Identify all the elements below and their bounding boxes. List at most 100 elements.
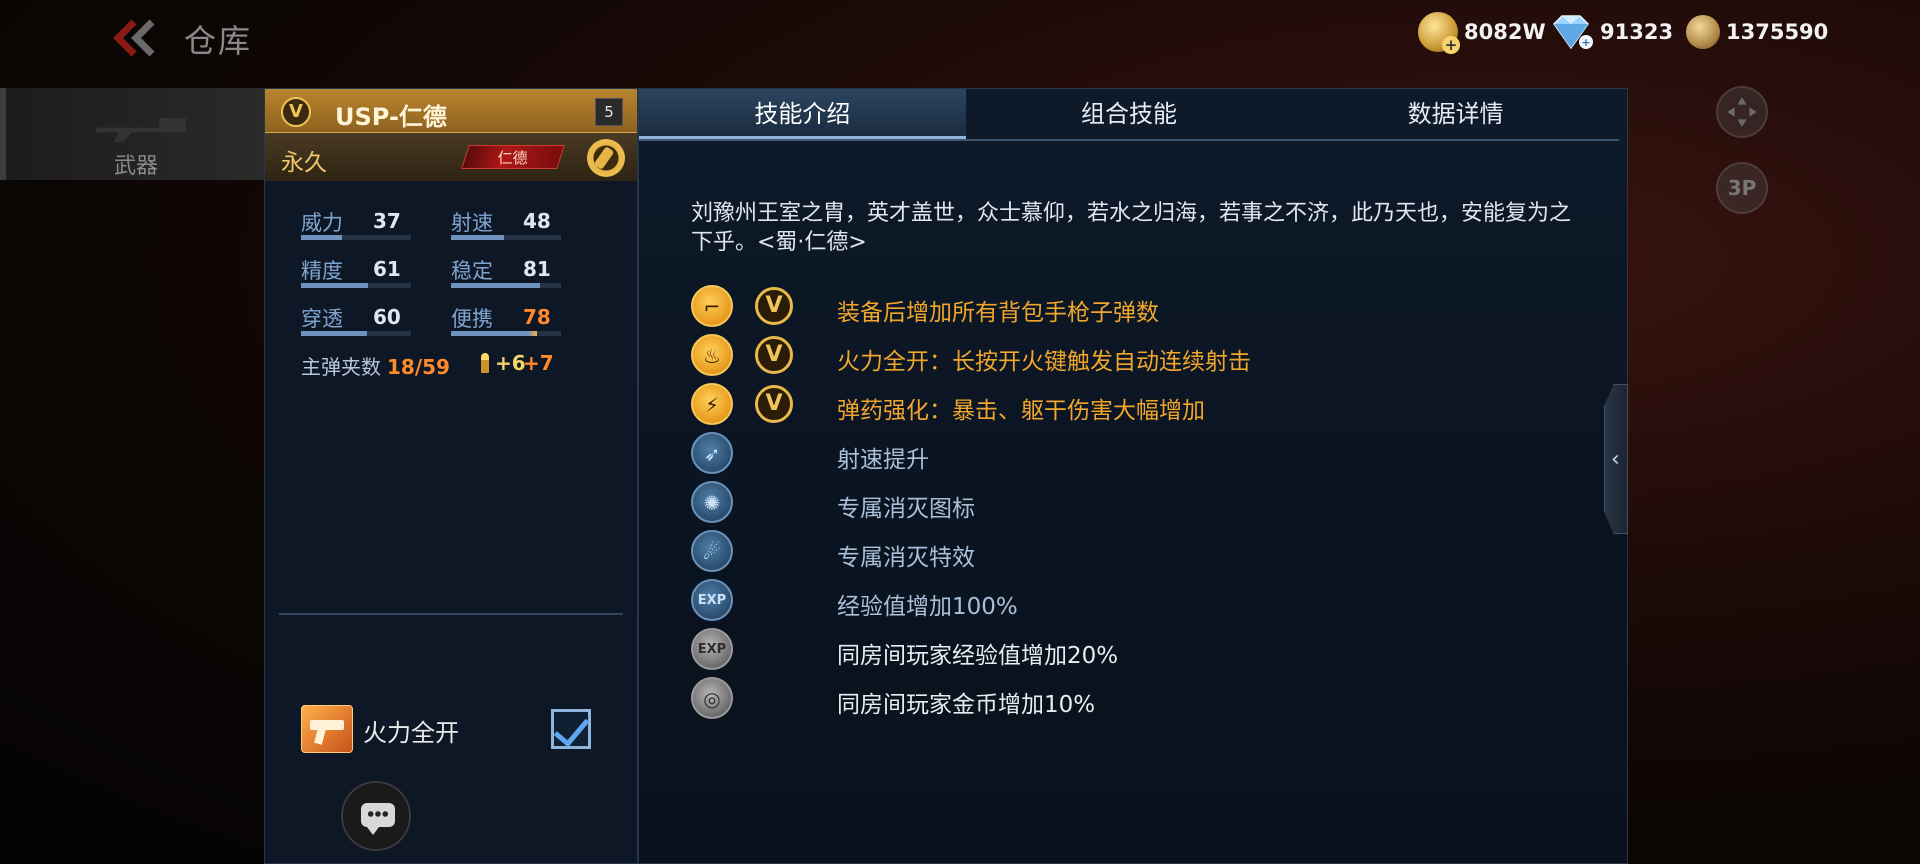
stat-bar-fill: [301, 331, 367, 336]
sidebar-item-weapons[interactable]: 武器: [0, 88, 264, 180]
skill-text: 射速提升: [837, 447, 929, 473]
ammo-bonus-secondary: +7: [523, 351, 554, 375]
weapon-header: V USP-仁德 5: [265, 89, 637, 133]
stat-value: 48: [523, 209, 551, 233]
gold-currency[interactable]: + 8082W: [1418, 12, 1546, 54]
skill-row: ◎ 同房间玩家金币增加10%: [691, 677, 1591, 721]
stat-power: 威力 37: [301, 207, 431, 241]
gamepad-button[interactable]: [1716, 86, 1768, 138]
stat-bar: [301, 331, 411, 336]
diamond-currency[interactable]: + 91323: [1548, 12, 1673, 52]
weapon-info-panel: V USP-仁德 5 永久 仁德 威力 37 射速 48 精度 61 稳定 81: [264, 88, 638, 864]
firepower-skill-label: 火力全开: [363, 719, 459, 747]
tab-combo-skills[interactable]: 组合技能: [966, 89, 1293, 139]
tab-skill-intro[interactable]: 技能介绍: [639, 89, 966, 139]
stat-value: 61: [373, 257, 401, 281]
weapon-name: USP-仁德: [335, 103, 447, 131]
skill-row: ✺ 专属消灭图标: [691, 481, 1591, 525]
weapon-duration: 永久: [281, 150, 327, 176]
stat-label: 精度: [301, 259, 343, 283]
weapon-series-tag: 仁德: [461, 145, 565, 169]
bullet-speed-icon: ➶: [691, 432, 733, 474]
skill-row: ⌐ V 装备后增加所有背包手枪子弹数: [691, 285, 1591, 329]
skill-text: 弹药强化：暴击、躯干伤害大幅增加: [837, 398, 1205, 424]
stat-bar-fill: [451, 283, 541, 288]
vip-badge-icon: V: [755, 336, 793, 374]
vip-badge-icon: V: [281, 97, 311, 127]
gold-ammo-icon: [587, 139, 625, 177]
skill-text: 专属消灭特效: [837, 545, 975, 571]
stat-bar: [451, 331, 561, 336]
sidebar-item-label: 武器: [114, 154, 159, 179]
skill-row: ⚡ V 弹药强化：暴击、躯干伤害大幅增加: [691, 383, 1591, 427]
magazine-value: 18/59: [387, 355, 450, 379]
medal-currency[interactable]: 1375590: [1686, 12, 1828, 52]
third-person-view-button[interactable]: 3P: [1716, 162, 1768, 214]
stat-value: 60: [373, 305, 401, 329]
gold-amount: 8082W: [1464, 20, 1546, 44]
weapon-level-badge: 5: [595, 98, 623, 126]
stat-penetration: 穿透 60: [301, 303, 431, 337]
kill-effect-icon: ☄: [691, 530, 733, 572]
stat-bar: [451, 235, 561, 240]
svg-text:+: +: [1581, 36, 1590, 49]
room-coin-icon: ◎: [691, 677, 733, 719]
skill-text: 专属消灭图标: [837, 496, 975, 522]
ammo-boost-icon: ⚡: [691, 383, 733, 425]
series-tag-label: 仁德: [497, 149, 528, 167]
stat-bar: [451, 283, 561, 288]
weapon-subheader: 永久 仁德: [265, 133, 637, 181]
gold-coin-icon: +: [1418, 12, 1460, 54]
firepower-toggle-checkbox[interactable]: [551, 709, 591, 749]
double-chevron-left-icon: [113, 19, 155, 57]
bullet-icon: [481, 353, 489, 373]
firepower-skill-icon: [301, 705, 353, 753]
skill-text: 同房间玩家金币增加10%: [837, 692, 1096, 718]
diamond-icon: +: [1553, 15, 1593, 50]
skill-text: 装备后增加所有背包手枪子弹数: [837, 300, 1159, 326]
chat-dots: [367, 811, 389, 817]
diamond-amount: 91323: [1600, 20, 1674, 44]
stat-portability: 便携 78: [451, 303, 581, 337]
rifle-icon: [96, 118, 186, 142]
room-exp-icon: EXP: [691, 628, 733, 670]
stat-label: 穿透: [301, 307, 343, 331]
stat-value: 37: [373, 209, 401, 233]
stat-label: 便携: [451, 307, 493, 331]
stat-bar: [301, 235, 411, 240]
stat-fire-rate: 射速 48: [451, 207, 581, 241]
chat-button[interactable]: [341, 781, 411, 851]
skill-text: 火力全开：长按开火键触发自动连续射击: [837, 349, 1251, 375]
stat-bar-fill: [451, 331, 537, 336]
skill-row: ➶ 射速提升: [691, 432, 1591, 476]
back-button[interactable]: [112, 16, 162, 60]
vip-badge-icon: V: [755, 287, 793, 325]
kill-icon-badge-icon: ✺: [691, 481, 733, 523]
magazine-info: 主弹夹数 18/59: [301, 351, 450, 380]
stat-label: 威力: [301, 211, 343, 235]
magazine-label: 主弹夹数: [301, 355, 381, 379]
skill-row: ♨ V 火力全开：长按开火键触发自动连续射击: [691, 334, 1591, 378]
stat-label: 稳定: [451, 259, 493, 283]
stat-stability: 稳定 81: [451, 255, 581, 289]
top-bar: 仓库 + 8082W + 91323 1375590: [0, 0, 1920, 78]
stat-value: 78: [523, 305, 551, 329]
stat-label: 射速: [451, 211, 493, 235]
ammo-bonus-primary: +6: [495, 351, 526, 375]
medal-icon: [1686, 15, 1720, 49]
skill-row: EXP 同房间玩家经验值增加20%: [691, 628, 1591, 672]
tab-data-details[interactable]: 数据详情: [1292, 89, 1619, 139]
stat-bar-fill: [301, 283, 369, 288]
pistol-icon: ⌐: [691, 285, 733, 327]
weapon-lore: 刘豫州王室之胄，英才盖世，众士慕仰，若水之归海，若事之不济，此乃天也，安能复为之…: [691, 201, 1572, 255]
flame-icon: ♨: [691, 334, 733, 376]
divider: [279, 613, 623, 615]
collapse-panel-tab[interactable]: ‹: [1604, 384, 1628, 534]
skill-row: ☄ 专属消灭特效: [691, 530, 1591, 574]
skill-text: 同房间玩家经验值增加20%: [837, 643, 1119, 669]
stat-accuracy: 精度 61: [301, 255, 431, 289]
vip-badge-icon: V: [755, 385, 793, 423]
medal-amount: 1375590: [1726, 20, 1829, 44]
skill-row: EXP 经验值增加100%: [691, 579, 1591, 623]
page-title: 仓库: [184, 22, 253, 60]
